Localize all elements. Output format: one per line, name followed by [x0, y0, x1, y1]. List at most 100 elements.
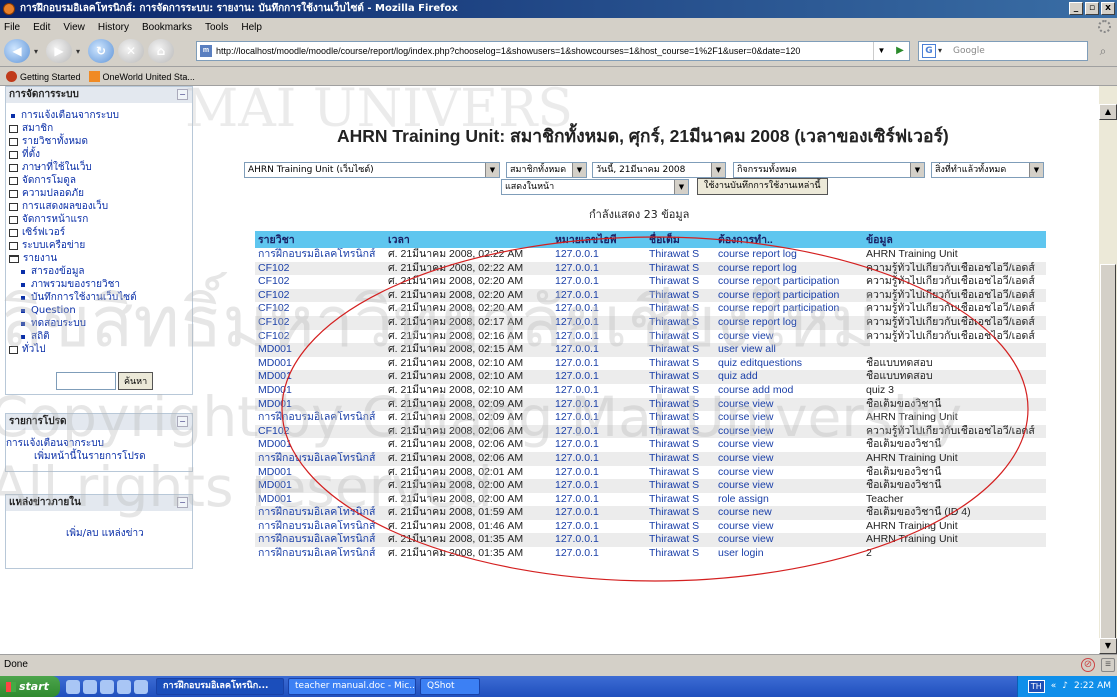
admin-item[interactable]: รายงาน — [9, 252, 189, 265]
action-link[interactable]: course add mod — [715, 384, 863, 398]
ip-link[interactable]: 127.0.0.1 — [552, 384, 646, 398]
search-input[interactable]: G ▾ Google — [918, 41, 1088, 61]
url-history-dropdown-icon[interactable]: ▼ — [873, 42, 889, 60]
user-link[interactable]: Thirawat S — [646, 493, 715, 507]
course-link[interactable]: การฝึกอบรมอิเลคโทรนิกส์ — [255, 520, 385, 534]
action-link[interactable]: course report participation — [715, 302, 863, 316]
admin-item[interactable]: ที่ตั้ง — [9, 148, 189, 161]
action-link[interactable]: course view — [715, 330, 863, 344]
course-link[interactable]: CF102 — [255, 261, 385, 276]
course-link[interactable]: การฝึกอบรมอิเลคโทรนิกส์ — [255, 248, 385, 262]
user-link[interactable]: Thirawat S — [646, 330, 715, 344]
action-link[interactable]: course report log — [715, 248, 863, 262]
action-link[interactable]: course report log — [715, 261, 863, 276]
course-link[interactable]: MD001 — [255, 466, 385, 480]
course-link[interactable]: MD001 — [255, 397, 385, 412]
course-link[interactable]: การฝึกอบรมอิเลคโทรนิกส์ — [255, 411, 385, 425]
ip-link[interactable]: 127.0.0.1 — [552, 547, 646, 561]
ip-link[interactable]: 127.0.0.1 — [552, 288, 646, 303]
back-history-dropdown-icon[interactable]: ▾ — [34, 47, 42, 56]
admin-item[interactable]: ทั่วไป — [9, 343, 189, 356]
menu-bookmarks[interactable]: Bookmarks — [142, 22, 192, 33]
vertical-scrollbar[interactable]: ▲ ▼ — [1099, 86, 1117, 654]
task-firefox[interactable]: การฝึกอบรมอิเลคโทรนิก... — [156, 678, 284, 695]
ip-link[interactable]: 127.0.0.1 — [552, 261, 646, 276]
col-fullname[interactable]: ชื่อเต็ม — [646, 231, 715, 248]
menu-view[interactable]: View — [63, 22, 85, 33]
admin-item[interactable]: สมาชิก — [9, 122, 189, 135]
admin-item[interactable]: จัดการโมดูล — [9, 174, 189, 187]
action-link[interactable]: course view — [715, 411, 863, 425]
course-link[interactable]: MD001 — [255, 357, 385, 371]
user-link[interactable]: Thirawat S — [646, 370, 715, 384]
action-link[interactable]: course view — [715, 451, 863, 466]
admin-item[interactable]: จัดการหน้าแรก — [9, 213, 189, 226]
google-engine-icon[interactable]: G — [922, 44, 936, 58]
course-link[interactable]: CF102 — [255, 275, 385, 289]
maximize-button[interactable]: ▫ — [1085, 2, 1099, 15]
ip-link[interactable]: 127.0.0.1 — [552, 330, 646, 344]
ip-link[interactable]: 127.0.0.1 — [552, 411, 646, 425]
add-favorite-link[interactable]: เพิ่มหน้านี้ในรายการโปรด — [6, 450, 192, 463]
course-link[interactable]: MD001 — [255, 438, 385, 452]
start-button[interactable]: start — [0, 676, 60, 697]
home-icon[interactable]: ⌂ — [148, 39, 174, 63]
course-link[interactable]: MD001 — [255, 493, 385, 507]
users-select[interactable]: สมาชิกทั้งหมด ▼ — [506, 162, 587, 178]
tray-network-icon[interactable]: « — [1051, 676, 1057, 697]
scroll-up-icon[interactable]: ▲ — [1099, 104, 1117, 120]
scroll-thumb[interactable] — [1100, 264, 1116, 648]
quicklaunch-folder-icon[interactable] — [100, 679, 114, 694]
admin-item[interactable]: เซิร์ฟเวอร์ — [9, 226, 189, 239]
action-link[interactable]: quiz add — [715, 370, 863, 384]
menu-history[interactable]: History — [98, 22, 129, 33]
quicklaunch-media-icon[interactable] — [134, 679, 148, 694]
ip-link[interactable]: 127.0.0.1 — [552, 397, 646, 412]
action-link[interactable]: course view — [715, 520, 863, 534]
bookmark-oneworld[interactable]: OneWorld United Sta... — [88, 71, 195, 82]
course-link[interactable]: MD001 — [255, 343, 385, 357]
user-link[interactable]: Thirawat S — [646, 438, 715, 452]
task-qshot[interactable]: QShot — [420, 678, 480, 695]
manage-feeds-link[interactable]: เพิ่ม/ลบ แหล่งข่าว — [66, 527, 192, 540]
ip-link[interactable]: 127.0.0.1 — [552, 520, 646, 534]
ip-link[interactable]: 127.0.0.1 — [552, 343, 646, 357]
admin-item[interactable]: ภาษาที่ใช้ในเว็บ — [9, 161, 189, 174]
course-link[interactable]: CF102 — [255, 330, 385, 344]
tray-volume-icon[interactable]: ♪ — [1062, 676, 1068, 697]
ip-link[interactable]: 127.0.0.1 — [552, 493, 646, 507]
user-link[interactable]: Thirawat S — [646, 261, 715, 276]
action-link[interactable]: course report participation — [715, 288, 863, 303]
collapse-block-icon[interactable]: − — [177, 497, 188, 508]
language-indicator[interactable]: TH — [1027, 680, 1045, 693]
ip-link[interactable]: 127.0.0.1 — [552, 370, 646, 384]
user-link[interactable]: Thirawat S — [646, 248, 715, 262]
user-link[interactable]: Thirawat S — [646, 357, 715, 371]
menu-help[interactable]: Help — [241, 22, 262, 33]
action-link[interactable]: course view — [715, 466, 863, 480]
user-link[interactable]: Thirawat S — [646, 466, 715, 480]
user-link[interactable]: Thirawat S — [646, 302, 715, 316]
ip-link[interactable]: 127.0.0.1 — [552, 533, 646, 548]
admin-item[interactable]: ทดสอบระบบ — [9, 317, 189, 330]
user-link[interactable]: Thirawat S — [646, 424, 715, 439]
admin-item[interactable]: บันทึกการใช้งานเว็บไซต์ — [9, 291, 189, 304]
display-select[interactable]: แสดงในหน้า ▼ — [501, 179, 689, 195]
course-link[interactable]: การฝึกอบรมอิเลคโทรนิกส์ — [255, 533, 385, 548]
ip-link[interactable]: 127.0.0.1 — [552, 506, 646, 520]
url-input[interactable]: m http://localhost/moodle/moodle/course/… — [196, 41, 910, 61]
adblock-icon[interactable]: ⊘ — [1081, 658, 1095, 672]
forward-icon[interactable]: ▶ — [46, 39, 72, 63]
quicklaunch-firefox-icon[interactable] — [83, 679, 97, 694]
course-link[interactable]: การฝึกอบรมอิเลคโทรนิกส์ — [255, 506, 385, 520]
back-icon[interactable]: ◀ — [4, 39, 30, 63]
scroll-down-icon[interactable]: ▼ — [1099, 638, 1117, 654]
user-link[interactable]: Thirawat S — [646, 479, 715, 493]
ip-link[interactable]: 127.0.0.1 — [552, 451, 646, 466]
admin-item[interactable]: ความปลอดภัย — [9, 187, 189, 200]
action-link[interactable]: course report participation — [715, 275, 863, 289]
admin-item[interactable]: Question — [9, 304, 189, 317]
action-link[interactable]: course report log — [715, 315, 863, 330]
user-link[interactable]: Thirawat S — [646, 451, 715, 466]
admin-item[interactable]: สารองข้อมูล — [9, 265, 189, 278]
